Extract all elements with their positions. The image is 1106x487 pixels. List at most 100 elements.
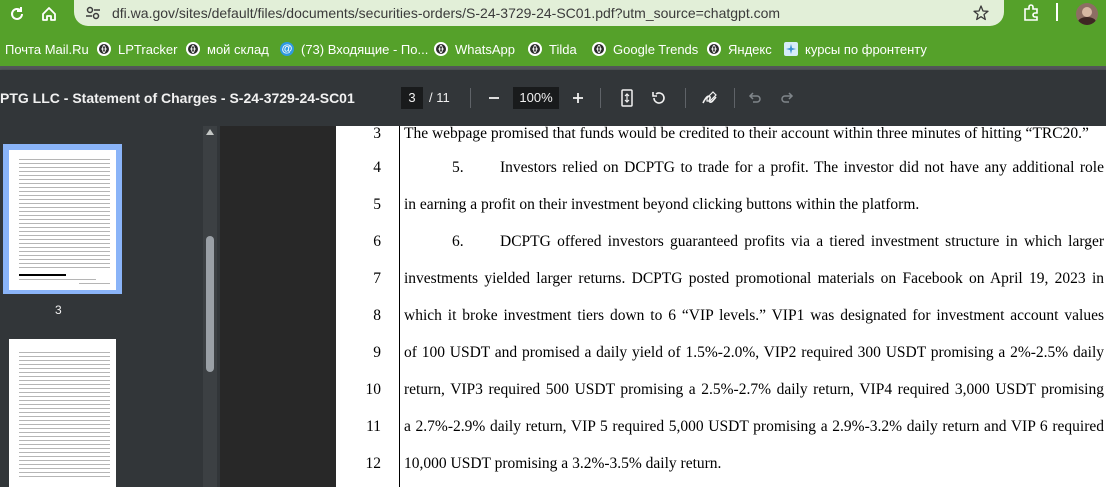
url-text[interactable]: dfi.wa.gov/sites/default/files/documents… bbox=[112, 5, 780, 21]
puzzle-icon bbox=[784, 42, 798, 56]
line-number: 5 bbox=[373, 196, 381, 213]
toolbar-divider bbox=[734, 88, 735, 108]
globe-icon bbox=[707, 42, 721, 56]
bookmark-label: WhatsApp bbox=[455, 41, 515, 57]
line-text: DCPTG offered investors guaranteed profi… bbox=[500, 233, 1104, 250]
document-title: PTG LLC - Statement of Charges - S-24-37… bbox=[0, 90, 355, 106]
rotate-button[interactable] bbox=[647, 86, 671, 110]
thumbnail-page-number: 3 bbox=[55, 303, 62, 317]
line-number: 4 bbox=[373, 159, 381, 176]
document-line: The webpage promised that funds would be… bbox=[404, 126, 1104, 143]
bookmark-label: Яндекс bbox=[728, 41, 772, 57]
bookmark-label: Tilda bbox=[549, 41, 577, 57]
extensions-icon[interactable] bbox=[1021, 3, 1041, 28]
line-number: 8 bbox=[373, 307, 381, 324]
bookmark-star-icon[interactable] bbox=[972, 4, 990, 27]
undo-button[interactable] bbox=[743, 86, 767, 110]
avatar[interactable] bbox=[1076, 3, 1098, 25]
line-text: return, VIP3 required 500 USDT promising… bbox=[404, 381, 1104, 398]
document-line: 6. DCPTG offered investors guaranteed pro… bbox=[404, 233, 1104, 251]
line-text: which it broke investment tiers down to … bbox=[404, 307, 1104, 324]
line-number: 12 bbox=[365, 455, 382, 472]
line-number: 9 bbox=[373, 344, 381, 361]
redo-button[interactable] bbox=[775, 86, 799, 110]
pdf-toolbar: PTG LLC - Statement of Charges - S-24-37… bbox=[0, 70, 1106, 126]
document-line: 10,000 USDT promising a 3.2%-3.5% daily … bbox=[404, 455, 1104, 473]
redo-icon bbox=[781, 92, 794, 103]
line-number: 11 bbox=[366, 418, 381, 435]
annotate-button[interactable] bbox=[698, 86, 722, 110]
line-number: 10 bbox=[365, 381, 382, 398]
home-icon[interactable] bbox=[38, 3, 60, 25]
line-text: in earning a profit on their investment … bbox=[404, 196, 920, 213]
paragraph-number: 5. bbox=[452, 159, 464, 176]
bookmark-item[interactable]: Google Trends bbox=[592, 40, 698, 58]
globe-icon bbox=[434, 42, 448, 56]
zoom-input[interactable]: 100% bbox=[513, 87, 559, 109]
margin-line bbox=[399, 126, 400, 487]
globe-icon bbox=[592, 42, 606, 56]
bookmark-label: LPTracker bbox=[118, 41, 178, 57]
scrollbar-thumb[interactable] bbox=[206, 236, 214, 372]
bookmark-label: Почта Mail.Ru bbox=[5, 41, 89, 57]
bookmark-item[interactable]: @ (73) Входящие - По... bbox=[280, 40, 428, 58]
line-text: The webpage promised that funds would be… bbox=[404, 126, 1089, 142]
toolbar-divider bbox=[470, 88, 471, 108]
document-line: 5. Investors relied on DCPTG to trade for… bbox=[404, 159, 1104, 177]
minus-icon bbox=[489, 97, 499, 99]
thumbnail-page bbox=[9, 150, 116, 290]
page-thumbnail-selected[interactable] bbox=[3, 144, 122, 294]
fit-page-icon bbox=[621, 89, 633, 107]
paragraph-number: 6. bbox=[452, 233, 464, 250]
line-number: 6 bbox=[373, 233, 381, 250]
at-icon: @ bbox=[280, 42, 294, 56]
bookmark-label: Google Trends bbox=[613, 41, 699, 57]
pen-icon bbox=[702, 91, 717, 104]
bookmark-label: (73) Входящие - По... bbox=[301, 41, 429, 57]
page-number-input[interactable]: 3 bbox=[401, 87, 423, 109]
document-line: a 2.7%-2.9% daily return, VIP 5 required… bbox=[404, 418, 1104, 436]
zoom-in-button[interactable] bbox=[566, 86, 590, 110]
pdf-page: 3 The webpage promised that funds would b… bbox=[336, 126, 1106, 487]
bookmark-label: мой склад bbox=[207, 41, 269, 57]
globe-icon bbox=[528, 42, 542, 56]
globe-icon bbox=[186, 42, 200, 56]
undo-icon bbox=[748, 92, 761, 103]
rotate-icon bbox=[652, 92, 665, 104]
sidebar-scrollbar[interactable] bbox=[203, 126, 217, 487]
page-total: / 11 bbox=[429, 90, 450, 105]
toolbar-divider bbox=[685, 88, 686, 108]
bookmark-item[interactable]: WhatsApp bbox=[434, 40, 515, 58]
bookmark-item[interactable]: Почта Mail.Ru bbox=[5, 40, 89, 58]
bookmarks-bar: Почта Mail.Ru LPTracker мой склад @ (73)… bbox=[0, 28, 1106, 66]
document-line: which it broke investment tiers down to … bbox=[404, 307, 1104, 325]
thumbnail-sidebar: 3 bbox=[0, 126, 220, 487]
address-bar[interactable]: dfi.wa.gov/sites/default/files/documents… bbox=[74, 0, 1004, 26]
bookmark-item[interactable]: мой склад bbox=[186, 40, 269, 58]
globe-icon bbox=[97, 42, 111, 56]
scroll-up-icon[interactable] bbox=[203, 129, 217, 139]
line-text: of 100 USDT and promised a daily yield o… bbox=[404, 344, 1104, 361]
line-number: 7 bbox=[373, 270, 381, 287]
toolbar-divider bbox=[600, 88, 601, 108]
bookmark-item[interactable]: курсы по фронтенту bbox=[784, 40, 927, 58]
browser-top-bar: dfi.wa.gov/sites/default/files/documents… bbox=[0, 0, 1106, 28]
bookmark-item[interactable]: Яндекс bbox=[707, 40, 772, 58]
line-text: 10,000 USDT promising a 3.2%-3.5% daily … bbox=[404, 455, 722, 472]
reload-icon[interactable] bbox=[6, 3, 28, 25]
document-line: return, VIP3 required 500 USDT promising… bbox=[404, 381, 1104, 399]
toolbar-divider bbox=[1056, 3, 1058, 21]
fit-page-button[interactable] bbox=[615, 86, 639, 110]
document-line: in earning a profit on their investment … bbox=[404, 196, 1104, 214]
zoom-out-button[interactable] bbox=[482, 86, 506, 110]
bookmark-item[interactable]: Tilda bbox=[528, 40, 577, 58]
page-thumbnail[interactable] bbox=[9, 339, 116, 487]
bookmark-label: курсы по фронтенту bbox=[805, 41, 927, 57]
bookmark-item[interactable]: LPTracker bbox=[97, 40, 177, 58]
site-info-icon[interactable] bbox=[84, 4, 102, 27]
plus-icon bbox=[573, 93, 583, 103]
line-text: a 2.7%-2.9% daily return, VIP 5 required… bbox=[404, 418, 1104, 435]
document-line: of 100 USDT and promised a daily yield o… bbox=[404, 344, 1104, 362]
pdf-viewer: 3 The webpage promised that funds would b… bbox=[220, 126, 1106, 487]
document-line: investments yielded larger returns. DCPT… bbox=[404, 270, 1104, 288]
